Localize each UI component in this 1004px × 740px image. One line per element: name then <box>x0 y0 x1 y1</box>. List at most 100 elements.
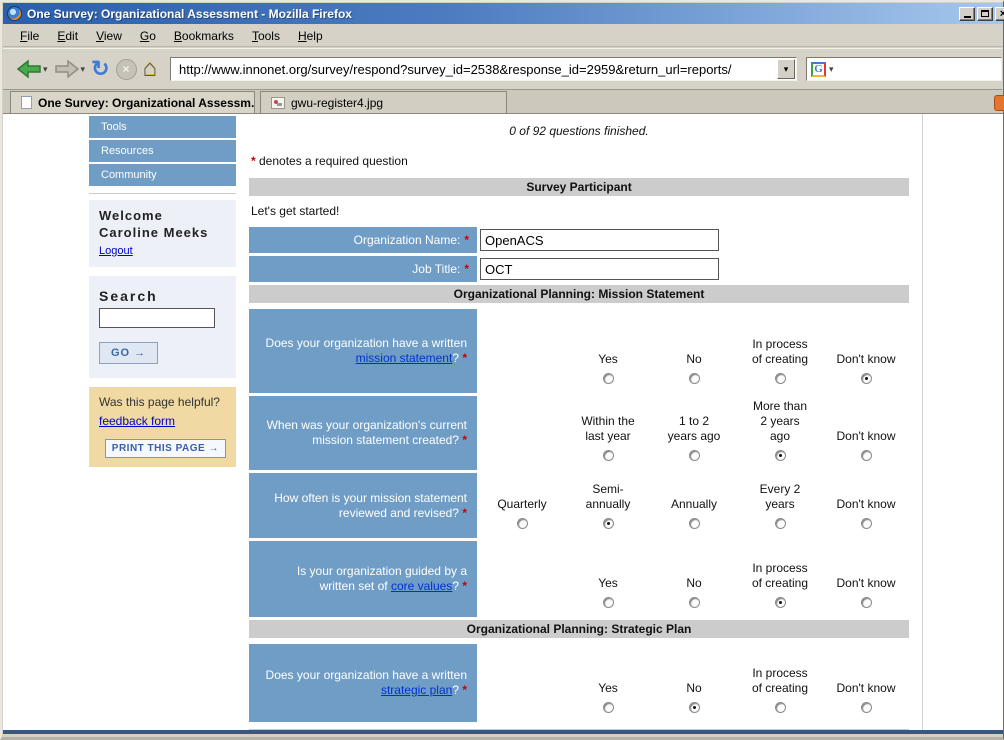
option-label: Don't know <box>837 352 896 367</box>
radio-yes[interactable] <box>603 597 614 608</box>
back-button[interactable]: ▾ <box>13 53 51 85</box>
reload-button[interactable]: ↻ <box>88 53 112 85</box>
radio-don-t-know[interactable] <box>861 518 872 529</box>
menu-file[interactable]: File <box>11 26 48 46</box>
page-footer-bar <box>3 730 1003 734</box>
option-label: Yes <box>598 681 618 696</box>
option-in-process-of-creating: In process of creating <box>737 309 823 384</box>
back-dropdown-icon[interactable]: ▾ <box>43 64 48 75</box>
logout-link[interactable]: Logout <box>99 245 133 257</box>
option-label: No <box>686 352 701 367</box>
radio-1-to-2-years-ago[interactable] <box>689 450 700 461</box>
radio-yes[interactable] <box>603 373 614 384</box>
tab-overflow-button[interactable] <box>994 95 1004 111</box>
question-options: YesNoIn process of creatingDon't know <box>479 644 909 722</box>
organization-name-input[interactable] <box>480 229 719 251</box>
menu-help[interactable]: Help <box>289 26 332 46</box>
menu-tools[interactable]: Tools <box>243 26 289 46</box>
menu-bar: FileEditViewGoBookmarksToolsHelp <box>3 25 1002 47</box>
option-label: More than 2 years ago <box>749 399 811 444</box>
option-label: Don't know <box>837 576 896 591</box>
radio-don-t-know[interactable] <box>861 597 872 608</box>
menu-edit[interactable]: Edit <box>48 26 87 46</box>
radio-don-t-know[interactable] <box>861 450 872 461</box>
home-icon: ⌂ <box>143 57 158 81</box>
radio-quarterly[interactable] <box>517 518 528 529</box>
search-input[interactable] <box>99 308 215 328</box>
feedback-form-link[interactable]: feedback form <box>99 414 175 428</box>
tab-survey[interactable]: One Survey: Organizational Assessm... <box>10 91 255 113</box>
go-button[interactable]: GO → <box>99 342 158 364</box>
page-right-border <box>922 114 923 730</box>
sidebar-item-community[interactable]: Community <box>89 164 236 186</box>
core-values-link[interactable]: core values <box>391 579 452 593</box>
mission-statement-link[interactable]: mission statement <box>356 351 453 365</box>
firefox-icon <box>7 6 22 21</box>
radio-don-t-know[interactable] <box>861 373 872 384</box>
tab-image[interactable]: gwu-register4.jpg <box>260 91 507 113</box>
question-text: When was your organization's current mis… <box>259 418 467 448</box>
radio-don-t-know[interactable] <box>861 702 872 713</box>
radio-no[interactable] <box>689 702 700 713</box>
tab-survey-label: One Survey: Organizational Assessm... <box>38 96 255 110</box>
menu-go[interactable]: Go <box>131 26 165 46</box>
close-button[interactable]: × <box>995 7 1004 21</box>
address-dropdown-button[interactable]: ▾ <box>777 59 795 79</box>
strategic-plan-link[interactable]: strategic plan <box>381 683 452 697</box>
radio-no[interactable] <box>689 373 700 384</box>
sidebar-search: Search GO → <box>89 276 236 378</box>
radio-annually[interactable] <box>689 518 700 529</box>
radio-every-2-years[interactable] <box>775 518 786 529</box>
radio-yes[interactable] <box>603 702 614 713</box>
url-text[interactable]: http://www.innonet.org/survey/respond?su… <box>171 62 777 77</box>
section-header-participant: Survey Participant <box>249 178 909 196</box>
title-bar: One Survey: Organizational Assessment - … <box>3 3 1003 24</box>
tab-image-label: gwu-register4.jpg <box>291 96 383 110</box>
sidebar-item-tools[interactable]: Tools <box>89 116 236 138</box>
required-note: * denotes a required question <box>251 154 909 168</box>
option-label: In process of creating <box>749 337 811 367</box>
radio-no[interactable] <box>689 597 700 608</box>
radio-within-the-last-year[interactable] <box>603 450 614 461</box>
question-options: QuarterlySemi-annuallyAnnuallyEvery 2 ye… <box>479 473 909 538</box>
radio-more-than-2-years-ago[interactable] <box>775 450 786 461</box>
question-options: Within the last year1 to 2 years agoMore… <box>479 396 909 470</box>
search-engine-dropdown-icon[interactable]: ▾ <box>829 64 834 75</box>
forward-dropdown-icon[interactable]: ▾ <box>81 64 86 75</box>
radio-in-process-of-creating[interactable] <box>775 597 786 608</box>
field-label: Organization Name:* <box>249 227 477 253</box>
intro-text: Let's get started! <box>251 204 909 218</box>
option-every-2-years: Every 2 years <box>737 473 823 529</box>
question-row: Does your organization have a written mi… <box>249 309 909 393</box>
image-icon <box>271 97 285 109</box>
participant-fields: Organization Name:* Job Title:* <box>249 227 909 282</box>
minimize-button[interactable] <box>959 7 975 21</box>
required-asterisk: * <box>462 351 467 365</box>
forward-button[interactable]: ▾ <box>51 53 89 85</box>
sidebar-item-resources[interactable]: Resources <box>89 140 236 162</box>
home-button[interactable]: ⌂ <box>140 53 161 85</box>
menu-bookmarks[interactable]: Bookmarks <box>165 26 243 46</box>
option-in-process-of-creating: In process of creating <box>737 541 823 608</box>
option-no: No <box>651 309 737 384</box>
option-label: Don't know <box>837 681 896 696</box>
radio-in-process-of-creating[interactable] <box>775 373 786 384</box>
radio-in-process-of-creating[interactable] <box>775 702 786 713</box>
stop-button[interactable]: × <box>113 53 140 85</box>
radio-semi-annually[interactable] <box>603 518 614 529</box>
address-bar[interactable]: http://www.innonet.org/survey/respond?su… <box>170 57 797 81</box>
option-don-t-know: Don't know <box>823 644 909 713</box>
menu-view[interactable]: View <box>87 26 131 46</box>
question-label: How often is your mission statement revi… <box>249 473 477 538</box>
job-title-input[interactable] <box>480 258 719 280</box>
option-no: No <box>651 644 737 713</box>
browser-window: One Survey: Organizational Assessment - … <box>0 0 1004 740</box>
option-label: Annually <box>671 497 717 512</box>
option-label: Every 2 years <box>749 482 811 512</box>
progress-text: 0 of 92 questions finished. <box>249 124 909 138</box>
option-yes: Yes <box>565 309 651 384</box>
search-engine-bar[interactable]: G ▾ <box>806 57 1002 81</box>
print-page-button[interactable]: PRINT THIS PAGE → <box>105 439 226 458</box>
maximize-button[interactable] <box>977 7 993 21</box>
field-row-job-title: Job Title:* <box>249 256 909 282</box>
